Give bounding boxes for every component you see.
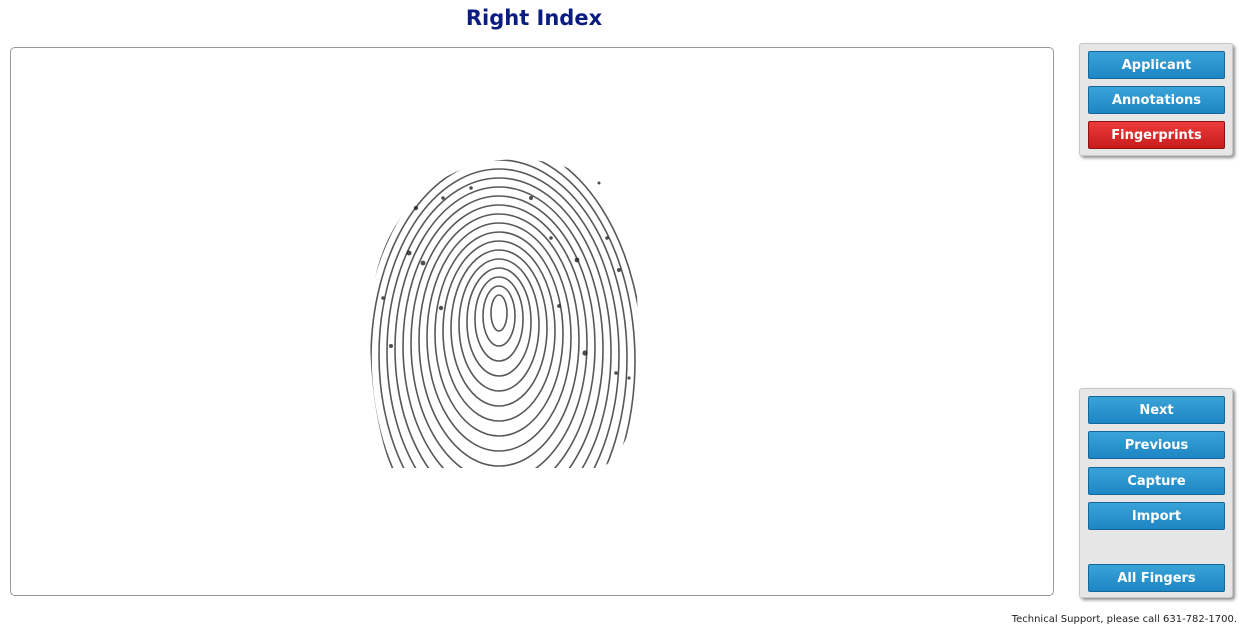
next-button[interactable]: Next <box>1088 396 1225 424</box>
page-title: Right Index <box>465 6 603 30</box>
capture-button[interactable]: Capture <box>1088 467 1225 495</box>
navigation-panel: Applicant Annotations Fingerprints <box>1079 43 1233 156</box>
all-fingers-button[interactable]: All Fingers <box>1088 564 1225 592</box>
fingerprint-viewer <box>10 47 1054 596</box>
annotations-button[interactable]: Annotations <box>1088 86 1225 114</box>
capture-controls-panel: Next Previous Capture Import All Fingers <box>1079 388 1233 598</box>
fingerprints-button[interactable]: Fingerprints <box>1088 121 1225 149</box>
technical-support-text: Technical Support, please call 631-782-1… <box>1011 614 1237 625</box>
import-button[interactable]: Import <box>1088 502 1225 530</box>
applicant-button[interactable]: Applicant <box>1088 51 1225 79</box>
previous-button[interactable]: Previous <box>1088 431 1225 459</box>
fingerprint-image <box>370 159 639 469</box>
